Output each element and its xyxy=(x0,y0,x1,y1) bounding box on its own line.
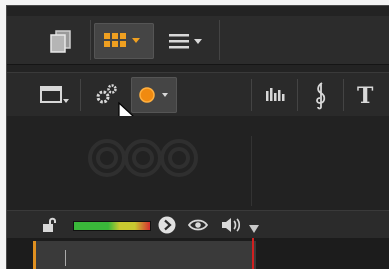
play-circle-icon[interactable] xyxy=(157,215,177,235)
music-clef-icon xyxy=(316,82,326,110)
storyboard-view-button[interactable] xyxy=(94,23,154,59)
music-button[interactable] xyxy=(305,79,337,111)
audio-mixer-button[interactable] xyxy=(259,79,291,111)
playhead-marker-icon[interactable] xyxy=(247,223,261,239)
title-text-icon: T xyxy=(357,83,374,109)
record-button[interactable] xyxy=(131,77,177,113)
copy-icon xyxy=(50,30,71,53)
list-view-button[interactable] xyxy=(159,23,215,59)
record-dot-icon xyxy=(139,87,168,103)
chevron-down-icon xyxy=(132,38,140,43)
chevron-down-icon xyxy=(162,93,168,97)
level-meter xyxy=(73,221,151,231)
monitor-dropdown-button[interactable] xyxy=(35,79,75,111)
divider xyxy=(251,79,252,111)
chevron-down-icon xyxy=(194,39,202,44)
playhead-line[interactable] xyxy=(252,238,254,269)
list-view-icon xyxy=(169,34,202,49)
audio-mixer-icon xyxy=(266,88,285,101)
eye-icon[interactable] xyxy=(187,217,209,233)
unlock-icon[interactable] xyxy=(41,217,57,233)
storyboard-grid-icon xyxy=(104,33,140,47)
timeline-clip[interactable] xyxy=(33,241,256,269)
monitor-dropdown-icon xyxy=(40,86,69,103)
divider xyxy=(80,79,81,111)
content-panel xyxy=(7,116,389,210)
view-toolbar xyxy=(7,16,389,65)
divider xyxy=(90,20,91,60)
title-button[interactable]: T xyxy=(357,85,387,107)
clip-marker xyxy=(65,250,66,266)
track-header xyxy=(7,210,389,239)
speaker-icon[interactable] xyxy=(219,216,243,234)
divider xyxy=(343,79,344,111)
app-window: T xyxy=(6,5,389,269)
three-circles-logo xyxy=(88,139,198,177)
timeline-track[interactable] xyxy=(7,238,389,269)
divider xyxy=(219,20,220,60)
tools-toolbar: T xyxy=(7,72,389,118)
divider xyxy=(297,79,298,111)
divider xyxy=(251,136,252,206)
copy-button[interactable] xyxy=(43,23,79,59)
